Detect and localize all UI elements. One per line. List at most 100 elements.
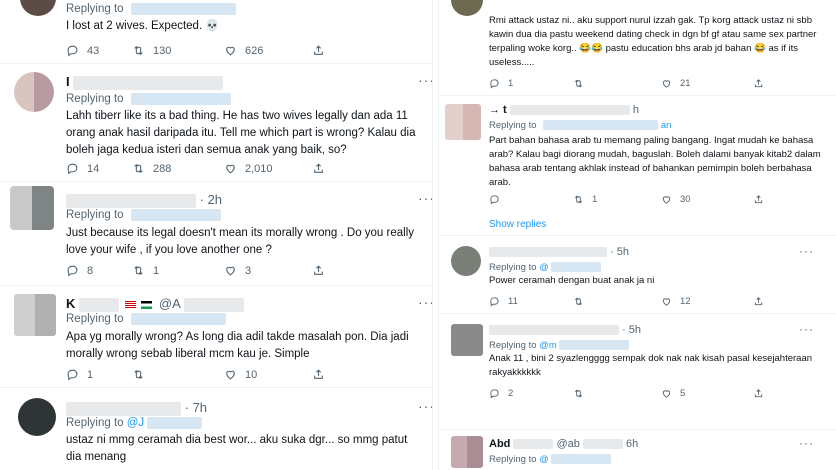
replying-handle-link[interactable] [130,3,236,15]
replying-handle-prefix[interactable]: @ [539,262,549,273]
retweet-button[interactable] [573,296,661,307]
reply-button[interactable]: 43 [66,44,132,57]
retweet-button[interactable] [132,368,224,381]
tweet-author[interactable]: I [66,74,224,90]
tweet-time[interactable]: · 5h [610,246,629,258]
more-icon[interactable]: ··· [418,294,432,310]
replying-handle-link[interactable] [147,417,203,429]
more-icon[interactable]: ··· [799,322,814,336]
tweet[interactable]: · 2h ··· Replying to Just because its le… [0,182,432,286]
avatar[interactable] [451,0,483,16]
author-handle[interactable]: @ab [557,438,580,450]
replying-handle-prefix[interactable]: @m [539,340,557,351]
tweet-author[interactable]: · 5h [489,246,629,258]
avatar[interactable] [14,294,56,336]
retweet-button[interactable]: 1 [132,264,224,277]
tweet-actions: 1 21 [489,78,764,89]
tweet[interactable]: K @A ··· Replying to Apa yg morally wron… [0,286,432,388]
reply-icon [67,265,78,277]
avatar[interactable] [14,72,54,112]
share-button[interactable] [312,44,325,57]
reply-button[interactable]: 2 [489,388,573,399]
more-icon[interactable]: ··· [799,436,814,450]
tweet-author[interactable]: K @A [66,296,245,312]
tweet[interactable]: Abd @ab 6h ··· Replying to @ [439,430,836,470]
reply-button[interactable]: 1 [489,78,573,89]
share-icon [314,45,323,55]
author-handle[interactable]: @A [159,296,181,311]
share-button[interactable] [753,194,764,205]
reply-button[interactable]: 8 [66,264,132,277]
tweet-author[interactable]: → t h [489,104,639,116]
tweet[interactable]: I ··· Replying to Lahh tiberr like its a… [0,64,432,182]
retweet-button[interactable]: 130 [132,44,224,57]
reply-button[interactable] [489,194,573,205]
tweet-author[interactable]: · 2h [66,192,222,208]
replying-handle-suffix[interactable]: an [661,120,672,131]
reply-button[interactable]: 1 [66,368,132,381]
like-button[interactable]: 30 [661,194,753,205]
reply-button[interactable]: 14 [66,162,132,175]
like-button[interactable]: 10 [224,368,312,381]
retweet-button[interactable] [573,388,661,399]
avatar[interactable] [18,398,56,436]
replying-handle-prefix[interactable]: @J [127,417,144,429]
tweet[interactable]: · 5h ··· Replying to @ Power ceramah den… [439,236,836,314]
reply-button[interactable]: 11 [489,296,573,307]
more-icon[interactable]: ··· [418,398,432,414]
tweet[interactable]: · 7h ··· Replying to @J ustaz ni mmg cer… [0,388,432,470]
tweet[interactable]: Replying to I lost at 2 wives. Expected.… [0,0,432,64]
like-button[interactable]: 3 [224,264,312,277]
like-button[interactable]: 2,010 [224,162,312,175]
tweet-actions: 43 130 626 [66,44,325,57]
more-icon[interactable]: ··· [418,72,432,88]
share-button[interactable] [312,264,325,277]
avatar[interactable] [10,186,54,230]
replying-handle-prefix[interactable]: @ [539,454,549,465]
share-button[interactable] [753,388,764,399]
more-icon[interactable]: ··· [418,190,432,206]
author-name-redacted [79,297,120,312]
reply-icon [67,45,78,57]
author-name-redacted [66,193,196,208]
tweet-time[interactable]: · 7h [185,400,207,415]
tweet-time[interactable]: h [633,104,639,116]
tweet-time[interactable]: · 5h [622,324,641,336]
tweet-author[interactable]: Abd @ab 6h [489,438,638,450]
tweet[interactable]: · 5h ··· Replying to @m Anak 11 , bini 2… [439,314,836,430]
avatar[interactable] [451,324,483,356]
tweet-author[interactable]: · 5h [489,324,641,336]
avatar[interactable] [451,246,481,276]
share-button[interactable] [312,368,325,381]
author-initial: K [66,296,76,311]
replying-handle-link[interactable] [130,313,226,325]
tweet[interactable]: → t h Replying to an Part bahan bahasa a… [439,96,836,236]
tweet-time[interactable]: 6h [626,438,638,450]
more-icon[interactable]: ··· [799,244,814,258]
replying-handle-link[interactable] [559,340,630,351]
share-button[interactable] [753,78,764,89]
replying-handle-link[interactable] [130,93,231,105]
share-button[interactable] [312,162,325,175]
tweet-time[interactable]: · 2h [200,192,222,207]
avatar[interactable] [451,436,483,468]
tweet[interactable]: Rmi attack ustaz ni.. aku support nurul … [439,0,836,96]
avatar[interactable] [20,0,56,16]
replying-handle-link[interactable] [543,120,659,131]
replying-handle-link[interactable] [130,209,221,221]
retweet-button[interactable]: 288 [132,162,224,175]
like-button[interactable]: 21 [661,78,753,89]
avatar[interactable] [445,104,481,140]
replying-handle-link[interactable] [551,262,602,273]
tweet-author[interactable]: · 7h [66,400,207,416]
replying-handle-link[interactable] [551,454,612,465]
like-button[interactable]: 626 [224,44,312,57]
retweet-button[interactable] [573,78,661,89]
like-button[interactable]: 5 [661,388,753,399]
like-button[interactable]: 12 [661,296,753,307]
retweet-button[interactable]: 1 [573,194,661,205]
author-name-redacted [489,325,619,336]
show-replies-link[interactable]: Show replies [489,219,546,230]
share-button[interactable] [753,296,764,307]
tweet-text: ustaz ni mmg ceramah dia best wor... aku… [66,434,408,463]
